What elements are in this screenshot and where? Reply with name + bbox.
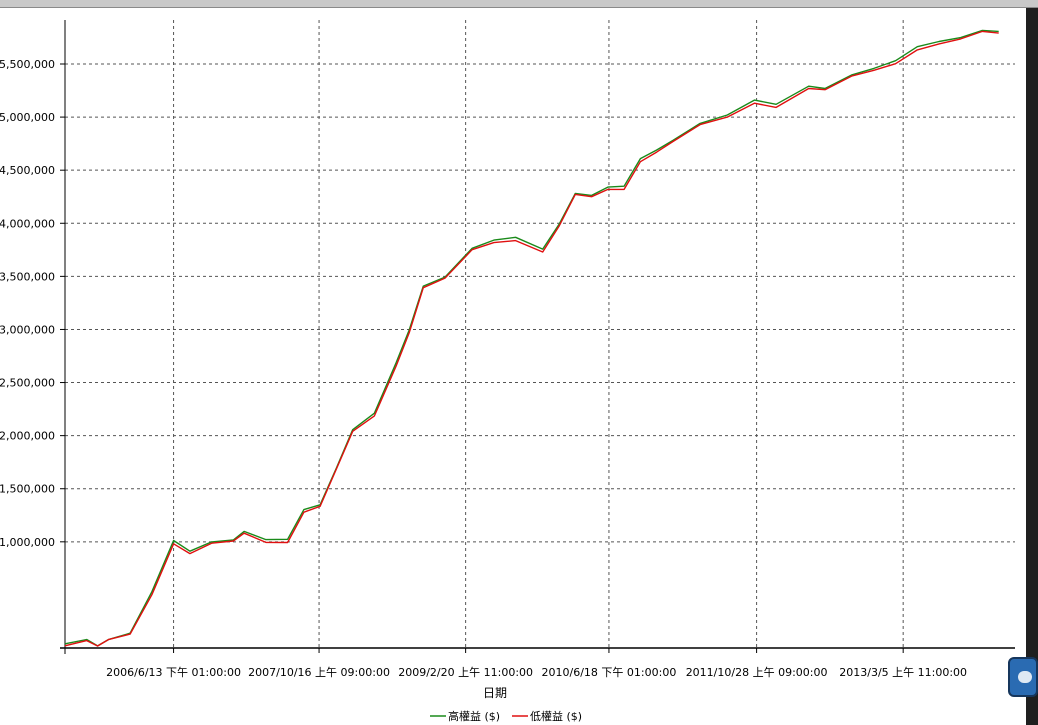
x-axis-ticks: 2006/6/13 下午 01:00:00 2007/10/16 上午 09:00… (106, 648, 967, 679)
window-right-edge (1026, 8, 1038, 725)
series-lines (64, 29, 999, 647)
x-tick-label: 2007/10/16 上午 09:00:00 (248, 666, 390, 679)
x-tick-label: 2010/6/18 下午 01:00:00 (542, 666, 677, 679)
y-tick-label: 2,500,000 (0, 377, 55, 390)
x-tick-label: 2013/3/5 上午 11:00:00 (839, 666, 967, 679)
y-tick-label: 5,500,000 (0, 58, 55, 71)
series-line-low-equity (64, 30, 999, 647)
grid-lines (65, 20, 1015, 648)
y-tick-label: 4,500,000 (0, 164, 55, 177)
y-tick-label: 4,000,000 (0, 217, 55, 230)
x-tick-label: 2011/10/28 上午 09:00:00 (686, 666, 828, 679)
y-axis-ticks: 1,000,000 1,500,000 2,000,000 2,500,000 3,00… (0, 58, 65, 549)
legend-label: 低權益 ($) (530, 709, 582, 723)
legend-label: 高權益 ($) (448, 709, 500, 723)
y-tick-label: 1,500,000 (0, 483, 55, 496)
legend: 高權益 ($) 低權益 ($) (430, 709, 582, 723)
x-axis-label: 日期 (483, 686, 507, 700)
x-tick-label: 2006/6/13 下午 01:00:00 (106, 666, 241, 679)
y-tick-label: 2,000,000 (0, 430, 55, 443)
equity-line-chart: 1,000,000 1,500,000 2,000,000 2,500,000 3,00… (0, 20, 1015, 723)
x-tick-label: 2009/2/20 上午 11:00:00 (398, 666, 533, 679)
y-tick-label: 1,000,000 (0, 536, 55, 549)
y-tick-label: 3,000,000 (0, 323, 55, 336)
axes (60, 20, 1015, 654)
y-tick-label: 5,000,000 (0, 111, 55, 124)
series-line-high-equity (64, 29, 999, 647)
y-tick-label: 3,500,000 (0, 270, 55, 283)
